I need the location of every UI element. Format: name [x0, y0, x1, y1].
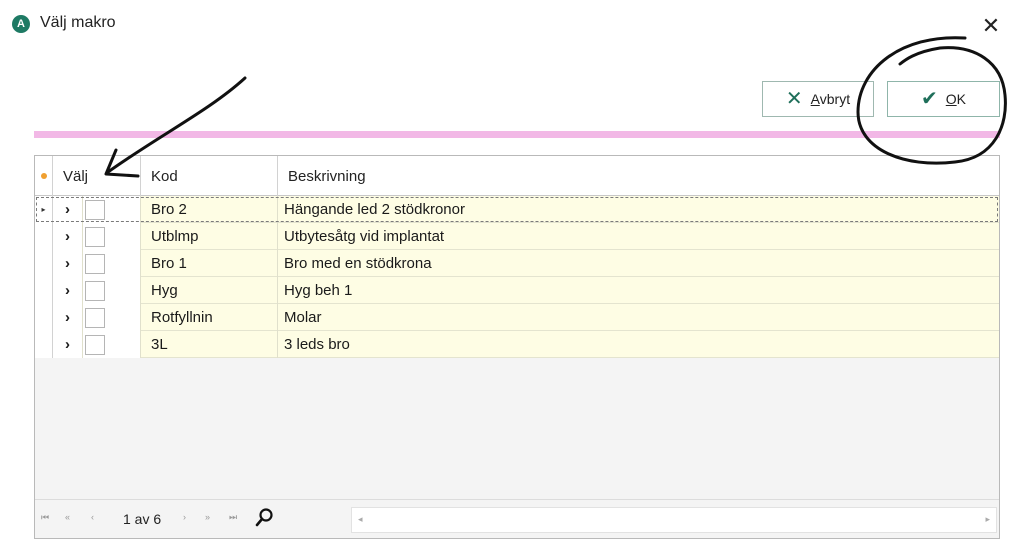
- titlebar: A Välj makro ✕: [0, 0, 1013, 37]
- app-logo-icon: A: [12, 15, 30, 33]
- dialog-window: A Välj makro ✕ ✕ Avbryt ✔ OK Välj Kod Be…: [0, 0, 1013, 553]
- beskrivning-cell[interactable]: Bro med en stödkrona: [278, 250, 999, 277]
- kod-cell[interactable]: Bro 1: [141, 250, 278, 277]
- window-title: Välj makro: [40, 14, 116, 31]
- select-cell: [83, 304, 141, 331]
- row-indicator: ▸: [35, 196, 53, 223]
- select-checkbox[interactable]: [85, 307, 105, 328]
- ok-label: OK: [946, 91, 966, 107]
- next-page-icon[interactable]: »: [205, 512, 210, 522]
- select-checkbox[interactable]: [85, 199, 105, 220]
- checkmark-icon: ✔: [921, 88, 938, 110]
- select-checkbox[interactable]: [85, 280, 105, 301]
- beskrivning-cell[interactable]: Utbytesåtg vid implantat: [278, 223, 999, 250]
- table-row[interactable]: › Hyg Hyg beh 1: [35, 277, 999, 304]
- row-indicator: [35, 277, 53, 304]
- ok-label-rest: K: [956, 91, 966, 107]
- kod-cell[interactable]: Rotfyllnin: [141, 304, 278, 331]
- last-record-icon[interactable]: ⏭: [229, 512, 237, 523]
- ok-accel: O: [945, 91, 957, 107]
- select-cell: [83, 277, 141, 304]
- kod-cell[interactable]: Bro 2: [141, 196, 278, 223]
- kod-cell[interactable]: Hyg: [141, 277, 278, 304]
- select-checkbox[interactable]: [85, 334, 105, 355]
- separator-bar: [34, 131, 1000, 138]
- beskrivning-cell[interactable]: Hängande led 2 stödkronor: [278, 196, 999, 223]
- cross-icon: ✕: [785, 88, 803, 110]
- beskrivning-cell[interactable]: Hyg beh 1: [278, 277, 999, 304]
- close-icon[interactable]: ✕: [981, 15, 1001, 37]
- header-indicator: [35, 156, 53, 196]
- cancel-label-rest: vbryt: [819, 91, 851, 107]
- select-cell: [83, 250, 141, 277]
- grid-header: Välj Kod Beskrivning: [35, 156, 999, 196]
- table-row[interactable]: › 3L 3 leds bro: [35, 331, 999, 358]
- previous-page-icon[interactable]: «: [65, 512, 70, 522]
- column-header-valj[interactable]: Välj: [53, 156, 141, 196]
- scroll-left-icon[interactable]: ◂: [358, 514, 363, 525]
- expand-chevron-icon[interactable]: ›: [53, 250, 83, 277]
- table-row[interactable]: ▸ › Bro 2 Hängande led 2 stödkronor: [35, 196, 999, 223]
- horizontal-scrollbar[interactable]: ◂ ▸: [351, 507, 997, 533]
- expand-chevron-icon[interactable]: ›: [53, 277, 83, 304]
- expand-chevron-icon[interactable]: ›: [53, 304, 83, 331]
- row-indicator: [35, 331, 53, 358]
- table-row[interactable]: › Utblmp Utbytesåtg vid implantat: [35, 223, 999, 250]
- cancel-button[interactable]: ✕ Avbryt: [762, 81, 874, 117]
- select-checkbox[interactable]: [85, 226, 105, 247]
- previous-record-icon[interactable]: ‹: [91, 512, 94, 522]
- cancel-label: Avbryt: [811, 91, 850, 107]
- cancel-accel: A: [810, 91, 820, 107]
- select-cell: [83, 331, 141, 358]
- scroll-right-icon[interactable]: ▸: [985, 514, 990, 525]
- grid-navigator: ⏮ « ‹ 1 av 6 › » ⏭ ◂ ▸: [35, 499, 999, 538]
- table-row[interactable]: › Bro 1 Bro med en stödkrona: [35, 250, 999, 277]
- beskrivning-cell[interactable]: Molar: [278, 304, 999, 331]
- kod-cell[interactable]: 3L: [141, 331, 278, 358]
- row-indicator: [35, 250, 53, 277]
- table-row[interactable]: › Rotfyllnin Molar: [35, 304, 999, 331]
- kod-cell[interactable]: Utblmp: [141, 223, 278, 250]
- ok-button[interactable]: ✔ OK: [887, 81, 1000, 117]
- expand-chevron-icon[interactable]: ›: [53, 223, 83, 250]
- new-row-dot-icon: [40, 173, 47, 179]
- row-indicator: [35, 223, 53, 250]
- expand-chevron-icon[interactable]: ›: [53, 196, 83, 223]
- column-header-kod[interactable]: Kod: [141, 156, 278, 196]
- expand-chevron-icon[interactable]: ›: [53, 331, 83, 358]
- search-icon[interactable]: [255, 507, 275, 527]
- record-position: 1 av 6: [123, 511, 162, 527]
- macro-grid: Välj Kod Beskrivning ▸ › Bro 2 Hängande led…: [34, 155, 1000, 539]
- select-cell: [83, 196, 141, 223]
- next-record-icon[interactable]: ›: [183, 512, 186, 522]
- column-header-beskrivning[interactable]: Beskrivning: [278, 156, 999, 196]
- first-record-icon[interactable]: ⏮: [41, 512, 49, 523]
- select-checkbox[interactable]: [85, 253, 105, 274]
- grid-rows: ▸ › Bro 2 Hängande led 2 stödkronor › Utblmp U…: [35, 196, 999, 358]
- beskrivning-cell[interactable]: 3 leds bro: [278, 331, 999, 358]
- select-cell: [83, 223, 141, 250]
- row-indicator: [35, 304, 53, 331]
